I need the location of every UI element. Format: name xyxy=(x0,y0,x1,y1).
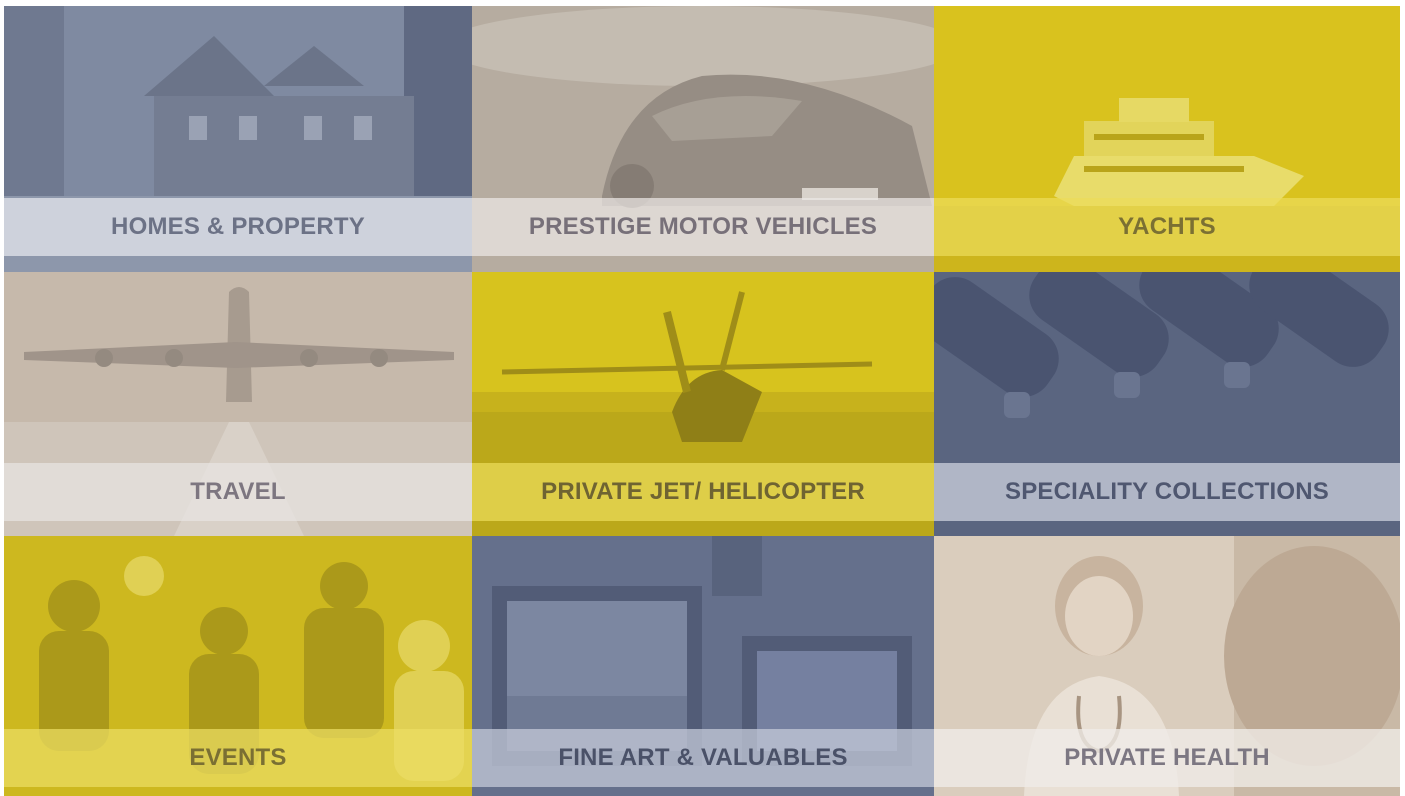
tile-travel[interactable]: TRAVEL xyxy=(4,272,472,536)
tile-speciality-collections[interactable]: SPECIALITY COLLECTIONS xyxy=(934,272,1400,536)
tile-label-band: PRESTIGE MOTOR VEHICLES xyxy=(472,198,934,256)
tile-label-band: PRIVATE JET/ HELICOPTER xyxy=(472,463,934,521)
tile-label-band: HOMES & PROPERTY xyxy=(4,198,472,256)
tile-private-health[interactable]: PRIVATE HEALTH xyxy=(934,536,1400,796)
tile-homes-property[interactable]: HOMES & PROPERTY xyxy=(4,6,472,272)
service-category-grid: HOMES & PROPERTY PRESTIGE MOTOR VEHICLES… xyxy=(4,6,1400,796)
tile-label: EVENTS xyxy=(189,744,287,771)
tile-label: PRIVATE HEALTH xyxy=(1064,744,1270,771)
tile-private-jet-helicopter[interactable]: PRIVATE JET/ HELICOPTER xyxy=(472,272,934,536)
tile-label-band: FINE ART & VALUABLES xyxy=(472,729,934,787)
tile-label: PRESTIGE MOTOR VEHICLES xyxy=(528,213,878,240)
tile-label: TRAVEL xyxy=(190,478,286,505)
tile-yachts[interactable]: YACHTS xyxy=(934,6,1400,272)
tile-label: FINE ART & VALUABLES xyxy=(558,744,848,771)
tile-label-band: SPECIALITY COLLECTIONS xyxy=(934,463,1400,521)
tile-prestige-motor-vehicles[interactable]: PRESTIGE MOTOR VEHICLES xyxy=(472,6,934,272)
tile-label: HOMES & PROPERTY xyxy=(111,213,365,240)
tile-label: PRIVATE JET/ HELICOPTER xyxy=(541,478,865,505)
tile-label-band: YACHTS xyxy=(934,198,1400,256)
tile-label-band: TRAVEL xyxy=(4,463,472,521)
tile-label: YACHTS xyxy=(1118,213,1216,240)
tile-events[interactable]: EVENTS xyxy=(4,536,472,796)
tile-fine-art-valuables[interactable]: FINE ART & VALUABLES xyxy=(472,536,934,796)
tile-label-band: EVENTS xyxy=(4,729,472,787)
tile-label: SPECIALITY COLLECTIONS xyxy=(1005,478,1329,505)
tile-label-band: PRIVATE HEALTH xyxy=(934,729,1400,787)
